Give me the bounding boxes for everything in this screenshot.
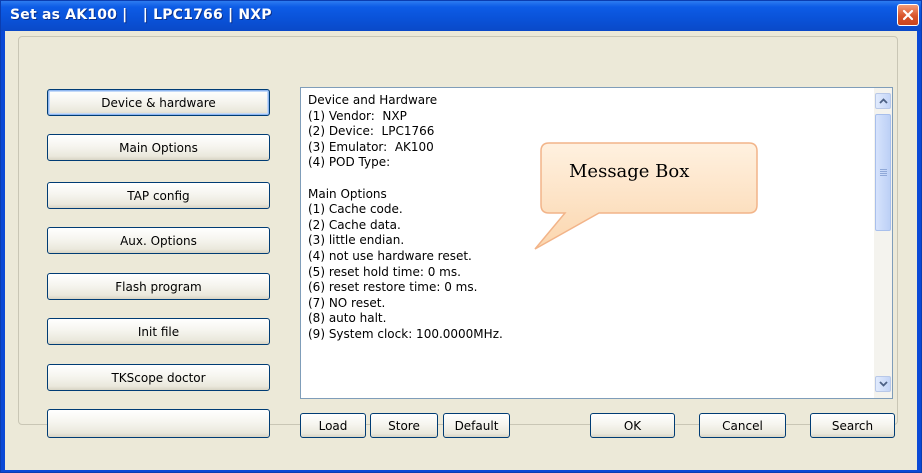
message-line: (7) NO reset. (308, 295, 386, 310)
message-line: (6) reset restore time: 0 ms. (308, 280, 478, 295)
thumb-grip-line (880, 173, 887, 174)
window-title: Set as AK100 | | LPC1766 | NXP (10, 7, 272, 23)
aux-options-button[interactable]: Aux. Options (47, 227, 270, 254)
message-line: (1) Vendor: NXP (308, 108, 407, 123)
callout-label: Message Box (569, 161, 690, 182)
flash-program-button[interactable]: Flash program (47, 273, 270, 300)
scroll-down-button[interactable] (875, 376, 891, 392)
main-options-button[interactable]: Main Options (47, 134, 270, 161)
thumb-grip-line (880, 175, 887, 176)
message-line: (9) System clock: 100.0000MHz. (308, 326, 503, 341)
cancel-button[interactable]: Cancel (699, 413, 786, 438)
search-button[interactable]: Search (810, 413, 895, 438)
title-bar[interactable]: Set as AK100 | | LPC1766 | NXP (1, 1, 921, 31)
load-button[interactable]: Load (300, 413, 366, 438)
chevron-down-icon (878, 381, 888, 387)
tkscope-doctor-button[interactable]: TKScope doctor (47, 364, 270, 391)
close-icon (902, 9, 914, 21)
dialog-window: Set as AK100 | | LPC1766 | NXP Device & … (0, 0, 922, 473)
default-button[interactable]: Default (443, 413, 510, 438)
store-button[interactable]: Store (370, 413, 438, 438)
callout-bubble (534, 142, 758, 250)
close-button[interactable] (897, 4, 919, 26)
message-line: (5) reset hold time: 0 ms. (308, 264, 461, 279)
scroll-thumb[interactable] (875, 114, 891, 231)
ok-button[interactable]: OK (590, 413, 675, 438)
chevron-up-icon (878, 98, 888, 104)
thumb-grip-line (880, 169, 887, 170)
message-line: Device and Hardware (308, 93, 438, 107)
device-hardware-button[interactable]: Device & hardware (47, 89, 270, 116)
tap-config-button[interactable]: TAP config (47, 182, 270, 209)
thumb-grip-line (880, 171, 887, 172)
init-file-button[interactable]: Init file (47, 318, 270, 345)
scroll-up-button[interactable] (875, 93, 891, 109)
blank-button[interactable] (47, 409, 270, 438)
message-line: (8) auto halt. (308, 311, 387, 326)
vertical-scrollbar[interactable] (874, 88, 892, 398)
message-line: (2) Device: LPC1766 (308, 124, 435, 139)
